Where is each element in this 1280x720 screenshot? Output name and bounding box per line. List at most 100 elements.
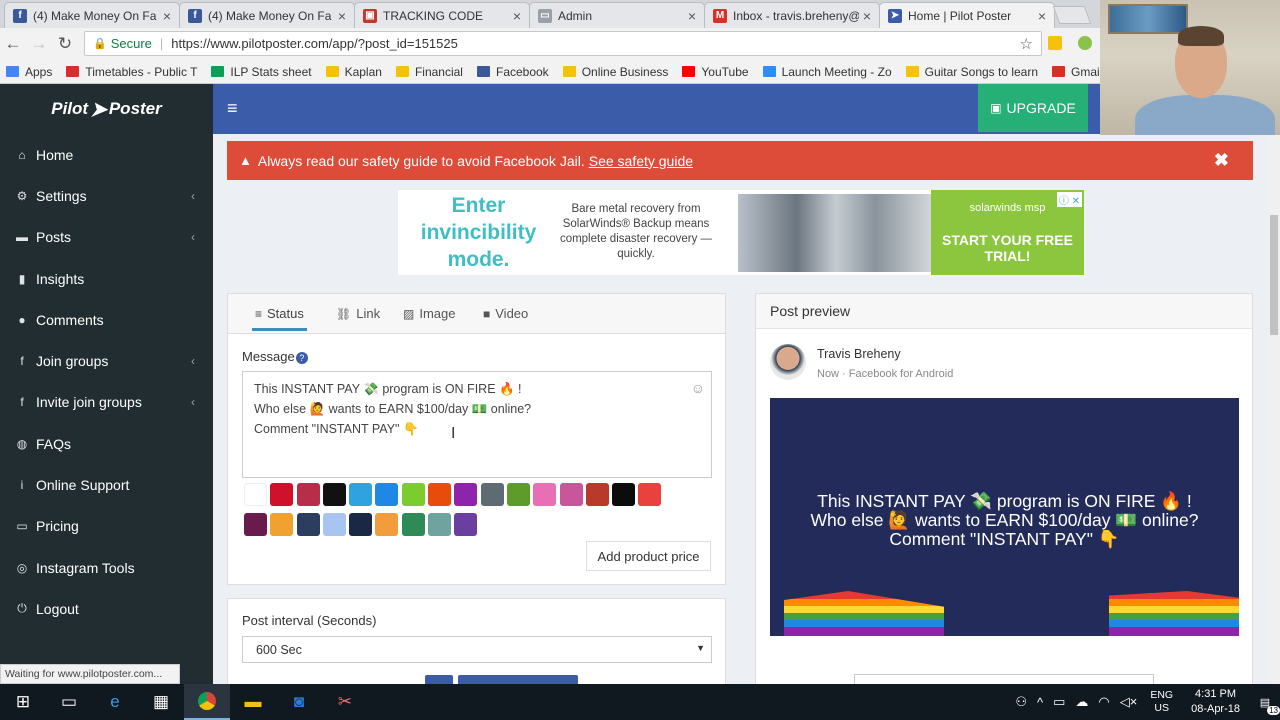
- browser-tab[interactable]: ▣ TRACKING CODE ×: [354, 2, 530, 28]
- sidebar-item-join-groups[interactable]: f Join groups ‹: [0, 340, 213, 381]
- battery-icon[interactable]: ▭: [1053, 694, 1065, 710]
- browser-tab[interactable]: ▭ Admin ×: [529, 2, 705, 28]
- browser-tab[interactable]: f (4) Make Money On Fa ×: [179, 2, 355, 28]
- help-icon[interactable]: ?: [295, 352, 308, 364]
- color-swatch[interactable]: [428, 513, 452, 536]
- bookmark-item[interactable]: Gmail - Trav: [1052, 65, 1100, 79]
- sidebar-item-settings[interactable]: ⚙ Settings ‹: [0, 175, 213, 216]
- color-swatch[interactable]: [585, 483, 609, 506]
- sidebar-item-posts[interactable]: ▬ Posts ‹: [0, 217, 213, 258]
- bookmark-star-icon[interactable]: ☆: [1020, 35, 1033, 53]
- sidebar-item-comments[interactable]: ● Comments: [0, 299, 213, 340]
- color-swatch[interactable]: [270, 513, 294, 536]
- bookmark-item[interactable]: Kaplan: [325, 65, 382, 79]
- message-textarea[interactable]: This INSTANT PAY 💸 program is ON FIRE 🔥 …: [242, 371, 712, 478]
- task-view-icon[interactable]: ▭: [46, 684, 92, 720]
- color-swatch[interactable]: [638, 483, 662, 506]
- browser-tab[interactable]: ➤ Home | Pilot Poster ×: [879, 2, 1055, 28]
- sidebar-item-pricing[interactable]: ▭ Pricing: [0, 506, 213, 547]
- clock[interactable]: 4:31 PM 08-Apr-18: [1191, 687, 1240, 717]
- bookmark-item[interactable]: Facebook: [476, 65, 549, 79]
- color-swatch[interactable]: [401, 483, 425, 506]
- extension-icon[interactable]: [1048, 36, 1062, 50]
- tab-status[interactable]: ≡ Status: [252, 306, 307, 331]
- sidebar-item-home[interactable]: ⌂ Home: [0, 134, 213, 175]
- windows-start-icon[interactable]: ⊞: [0, 684, 46, 720]
- pilot-poster-logo[interactable]: Pilot ➤ Poster: [0, 84, 213, 134]
- sidebar-item-insights[interactable]: ▮ Insights: [0, 258, 213, 299]
- bookmark-item[interactable]: Launch Meeting - Zo: [762, 65, 892, 79]
- extension-play-icon[interactable]: [1078, 36, 1092, 50]
- edge-icon[interactable]: e: [92, 684, 138, 720]
- wifi-icon[interactable]: ◠: [1098, 694, 1109, 710]
- color-swatch[interactable]: [428, 483, 452, 506]
- bookmark-item[interactable]: ILP Stats sheet: [211, 65, 312, 79]
- color-swatch[interactable]: [270, 483, 294, 506]
- color-swatch[interactable]: [322, 513, 346, 536]
- reload-icon[interactable]: ↻: [52, 34, 78, 54]
- people-icon[interactable]: ⚇: [1015, 694, 1027, 710]
- bookmark-item[interactable]: Financial: [395, 65, 463, 79]
- color-swatch[interactable]: [349, 513, 373, 536]
- color-swatch[interactable]: [349, 483, 373, 506]
- file-explorer-icon[interactable]: ▬: [230, 684, 276, 720]
- outlook-icon[interactable]: ◙: [276, 684, 322, 720]
- language-indicator[interactable]: ENG US: [1150, 689, 1173, 715]
- sidebar-item-online-support[interactable]: i Online Support: [0, 464, 213, 505]
- browser-tab[interactable]: f (4) Make Money On Fa ×: [4, 2, 180, 28]
- close-tab-icon[interactable]: ×: [163, 8, 171, 24]
- close-tab-icon[interactable]: ×: [863, 8, 871, 24]
- page-scrollbar[interactable]: [1268, 135, 1280, 684]
- tab-link[interactable]: ⛓ Link: [336, 306, 380, 321]
- upgrade-button[interactable]: ▣ UPGRADE: [978, 84, 1088, 132]
- address-bar[interactable]: 🔒 Secure | https://www.pilotposter.com/a…: [84, 31, 1042, 56]
- color-swatch[interactable]: [296, 483, 320, 506]
- hamburger-menu-icon[interactable]: ≡: [227, 98, 238, 119]
- color-swatch[interactable]: [375, 513, 399, 536]
- color-swatch[interactable]: [322, 483, 346, 506]
- color-swatch[interactable]: [401, 513, 425, 536]
- add-product-price-button[interactable]: Add product price: [586, 541, 711, 571]
- browser-tab[interactable]: M Inbox - travis.breheny@ ×: [704, 2, 880, 28]
- url-text[interactable]: https://www.pilotposter.com/app/?post_id…: [171, 36, 458, 51]
- ad-close-icon[interactable]: ⓘ ✕: [1056, 192, 1082, 207]
- bookmark-item[interactable]: Timetables - Public T: [66, 65, 197, 79]
- interval-select[interactable]: 600 Sec ▼: [242, 636, 712, 663]
- advertisement-banner[interactable]: Enter invincibility mode. Bare metal rec…: [398, 190, 1084, 275]
- bookmark-item[interactable]: YouTube: [682, 65, 749, 79]
- store-icon[interactable]: ▦: [138, 684, 184, 720]
- color-swatch[interactable]: [244, 513, 267, 536]
- sidebar-item-invite-join-groups[interactable]: f Invite join groups ‹: [0, 382, 213, 423]
- sidebar-item-logout[interactable]: ⏻ Logout: [0, 588, 213, 629]
- color-swatch[interactable]: [506, 483, 530, 506]
- chrome-icon[interactable]: [184, 684, 230, 720]
- color-swatch[interactable]: [533, 483, 557, 506]
- tab-image[interactable]: ▨ Image: [403, 306, 455, 321]
- color-swatch[interactable]: [244, 483, 267, 506]
- color-swatch[interactable]: [375, 483, 399, 506]
- snipping-tool-icon[interactable]: ✂: [322, 684, 368, 720]
- sidebar-item-faqs[interactable]: ◍ FAQs: [0, 423, 213, 464]
- safety-guide-link[interactable]: See safety guide: [589, 153, 693, 169]
- back-icon[interactable]: ←: [0, 34, 26, 54]
- color-swatch[interactable]: [454, 513, 478, 536]
- forward-icon[interactable]: →: [26, 34, 52, 54]
- bookmark-item[interactable]: Online Business: [562, 65, 668, 79]
- close-icon[interactable]: ✖: [1214, 150, 1229, 171]
- color-swatch[interactable]: [612, 483, 636, 506]
- new-tab-button[interactable]: [1052, 6, 1092, 24]
- close-tab-icon[interactable]: ×: [513, 8, 521, 24]
- sidebar-item-instagram-tools[interactable]: ◎ Instagram Tools: [0, 547, 213, 588]
- volume-icon[interactable]: ◁×: [1120, 694, 1138, 710]
- tray-expand-icon[interactable]: ^: [1037, 695, 1043, 710]
- onedrive-icon[interactable]: ☁: [1075, 694, 1088, 710]
- bookmark-item[interactable]: Apps: [6, 65, 52, 79]
- color-swatch[interactable]: [296, 513, 320, 536]
- tab-video[interactable]: ■ Video: [483, 306, 528, 321]
- close-tab-icon[interactable]: ×: [1038, 8, 1046, 24]
- action-center-icon[interactable]: ▤ 13: [1250, 691, 1280, 715]
- emoji-picker-icon[interactable]: ☺: [691, 378, 705, 398]
- color-swatch[interactable]: [454, 483, 478, 506]
- color-swatch[interactable]: [480, 483, 504, 506]
- color-swatch[interactable]: [559, 483, 583, 506]
